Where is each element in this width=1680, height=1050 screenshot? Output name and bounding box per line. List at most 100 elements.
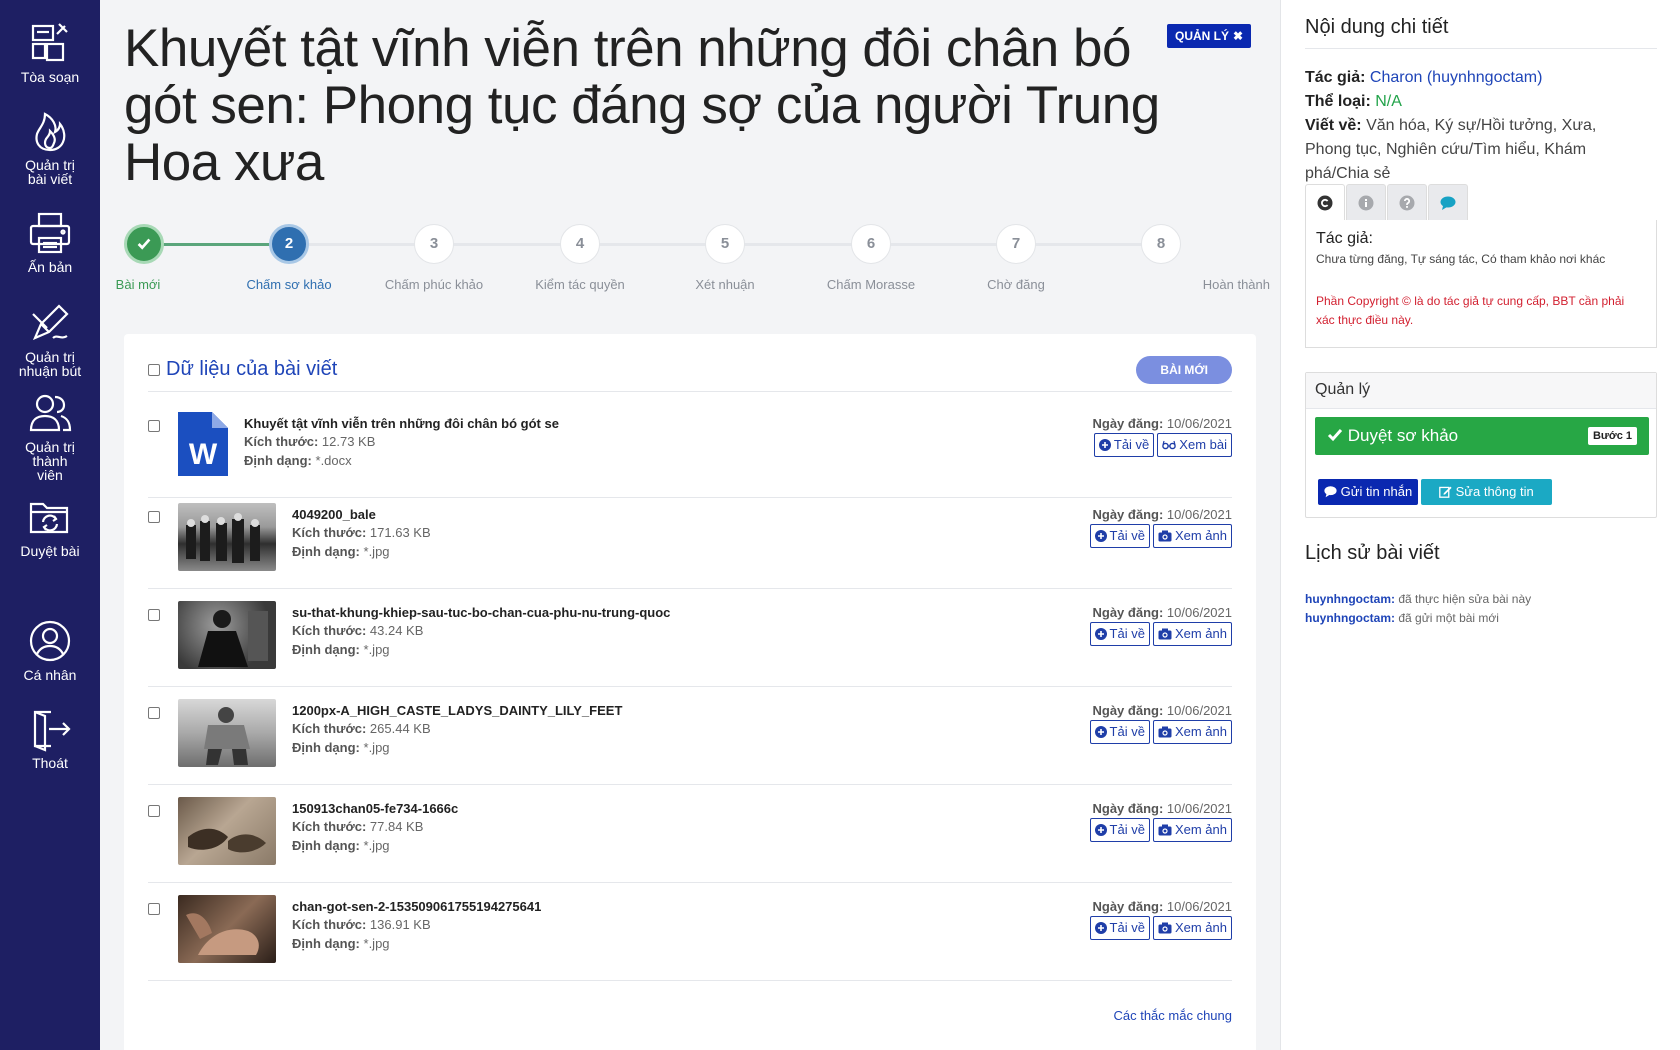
date-value: 10/06/2021 (1166, 703, 1232, 718)
size-label: Kích thước: (292, 721, 367, 736)
format-value: *.jpg (363, 838, 390, 853)
image-thumbnail[interactable] (178, 797, 276, 865)
file-size: Kích thước: 136.91 KB (292, 917, 431, 932)
step-6-circle[interactable]: 6 (851, 224, 891, 264)
step-1-label[interactable]: Bài mới (68, 277, 208, 292)
file-row: 1200px-A_HIGH_CASTE_LADYS_DAINTY_LILY_FE… (148, 687, 1232, 785)
format-value: *.jpg (363, 642, 390, 657)
admin-button[interactable]: QUẢN LÝ ✖ (1167, 24, 1252, 48)
history-user[interactable]: huynhngoctam: (1305, 592, 1395, 606)
step-pill: Bước 1 (1587, 427, 1637, 445)
history-list: huynhngoctam: đã thực hiện sửa bài này h… (1305, 590, 1531, 628)
card-title: Dữ liệu của bài viết (166, 358, 338, 380)
row-checkbox[interactable] (148, 903, 160, 915)
sidebar-item-profile[interactable]: Cá nhân (0, 618, 100, 682)
fire-icon (35, 112, 66, 152)
step-6-label[interactable]: Chấm Morasse (801, 277, 941, 292)
approve-button[interactable]: Duyệt sơ khảo Bước 1 (1315, 417, 1649, 455)
view-image-button[interactable]: Xem ảnh (1152, 524, 1232, 548)
image-thumbnail[interactable] (178, 601, 276, 669)
step-1-circle[interactable] (124, 224, 164, 264)
sidebar-item-editions[interactable]: Ấn bản (0, 210, 100, 274)
send-message-button[interactable]: Gửi tin nhắn (1318, 479, 1419, 505)
logout-icon (33, 710, 71, 752)
date-label: Ngày đăng: (1092, 899, 1164, 914)
sidebar-item-newsroom[interactable]: Tòa soạn (0, 20, 100, 84)
row-checkbox[interactable] (148, 805, 160, 817)
format-label: Định dạng: (292, 544, 360, 559)
tab-help[interactable] (1387, 184, 1427, 220)
size-label: Kích thước: (292, 525, 367, 540)
select-all-checkbox[interactable] (148, 364, 160, 376)
newsroom-icon (31, 23, 68, 62)
download-button[interactable]: Tải về (1089, 916, 1150, 940)
download-label: Tải về (1109, 724, 1145, 739)
view-image-button[interactable]: Xem ảnh (1152, 622, 1232, 646)
row-checkbox[interactable] (148, 707, 160, 719)
download-button[interactable]: Tải về (1089, 818, 1150, 842)
sidebar-label: Duyệt bài (20, 543, 80, 559)
download-button[interactable]: Tải về (1089, 524, 1150, 548)
tab-comments[interactable] (1428, 184, 1468, 220)
download-button[interactable]: Tải về (1089, 622, 1150, 646)
view-article-button[interactable]: Xem bài (1157, 433, 1232, 457)
sidebar-item-articles[interactable]: Quản trị bài viết (0, 108, 100, 186)
row-checkbox[interactable] (148, 420, 160, 432)
faq-link[interactable]: Các thắc mắc chung (1113, 1008, 1232, 1023)
tab-copyright[interactable] (1305, 184, 1345, 220)
step-3-circle[interactable]: 3 (414, 224, 454, 264)
history-user[interactable]: huynhngoctam: (1305, 611, 1395, 625)
tab-info[interactable] (1346, 184, 1386, 220)
photo-thumbnail-icon (204, 707, 250, 765)
step-8-circle[interactable]: 8 (1141, 224, 1181, 264)
step-7-label[interactable]: Chờ đăng (946, 277, 1086, 292)
sidebar-item-members[interactable]: Quản trị thành viên (0, 390, 100, 482)
row-checkbox[interactable] (148, 511, 160, 523)
file-row: 4049200_bale Kích thước: 171.63 KB Định … (148, 491, 1232, 589)
download-button[interactable]: Tải về (1093, 433, 1155, 457)
image-thumbnail[interactable] (178, 503, 276, 571)
step-3-label[interactable]: Chấm phúc khảo (364, 277, 504, 292)
file-date: Ngày đăng: 10/06/2021 (1093, 507, 1233, 522)
image-thumbnail[interactable] (178, 699, 276, 767)
plus-circle-icon (1094, 824, 1107, 836)
sidebar-item-royalty[interactable]: Quản trị nhuận bút (0, 300, 100, 378)
image-thumbnail[interactable] (178, 895, 276, 963)
step-5-label[interactable]: Xét nhuận (655, 277, 795, 292)
view-image-button[interactable]: Xem ảnh (1152, 818, 1232, 842)
file-row: 150913chan05-fe734-1666c Kích thước: 77.… (148, 785, 1232, 883)
article-data-card: Dữ liệu của bài viết BÀI MỚI W Khuyết tậ… (124, 334, 1256, 1050)
photo-thumbnail-icon (186, 513, 260, 563)
step-number: 2 (284, 235, 294, 252)
view-label: Xem bài (1179, 437, 1227, 452)
view-image-button[interactable]: Xem ảnh (1152, 720, 1232, 744)
tab-content: Tác giả: Chưa từng đăng, Tự sáng tác, Có… (1305, 220, 1657, 348)
plus-circle-icon (1098, 439, 1111, 451)
sidebar-item-logout[interactable]: Thoát (0, 706, 100, 770)
step-7-circle[interactable]: 7 (996, 224, 1036, 264)
download-button[interactable]: Tải về (1089, 720, 1150, 744)
step-5-circle[interactable]: 5 (705, 224, 745, 264)
step-4-circle[interactable]: 4 (560, 224, 600, 264)
row-checkbox[interactable] (148, 609, 160, 621)
file-date: Ngày đăng: 10/06/2021 (1093, 416, 1233, 431)
file-name: Khuyết tật vĩnh viễn trên những đôi chân… (244, 416, 559, 431)
step-2-label[interactable]: Chấm sơ khảo (219, 277, 359, 292)
camera-icon (1158, 922, 1172, 934)
step-8-label[interactable]: Hoàn thành (1100, 277, 1270, 292)
step-2-circle[interactable]: 2 (269, 224, 309, 264)
size-label: Kích thước: (292, 819, 367, 834)
file-format: Định dạng: *.jpg (292, 642, 390, 657)
date-value: 10/06/2021 (1166, 605, 1232, 620)
file-date: Ngày đăng: 10/06/2021 (1093, 703, 1233, 718)
author-link[interactable]: Charon (huynhngoctam) (1370, 69, 1543, 86)
download-label: Tải về (1109, 822, 1145, 837)
edit-info-button[interactable]: Sửa thông tin (1421, 479, 1552, 505)
photo-thumbnail-icon (198, 610, 268, 667)
step-number: 8 (1156, 235, 1166, 252)
step-4-label[interactable]: Kiểm tác quyền (510, 277, 650, 292)
view-image-button[interactable]: Xem ảnh (1152, 916, 1232, 940)
word-file-icon: W (178, 412, 228, 476)
sidebar-item-review[interactable]: Duyệt bài (0, 494, 100, 558)
type-value: N/A (1375, 93, 1402, 110)
